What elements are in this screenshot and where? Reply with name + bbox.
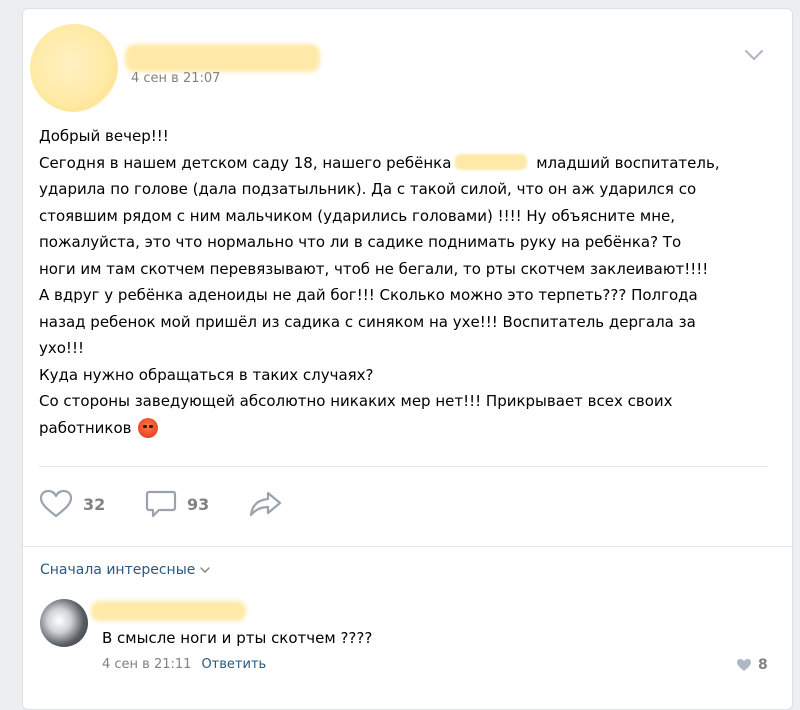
redacted-name [455,153,528,170]
heart-icon [39,489,73,518]
comment-text: В смысле ноги и рты скотчем ???? [102,629,373,647]
author-name[interactable] [125,44,320,72]
divider [39,466,768,467]
sort-label: Сначала интересные [40,562,196,578]
comment-like-button[interactable]: 8 [736,657,768,673]
post-line: ухо!!! [39,339,84,357]
post-line: пожалуйста, это что нормально что ли в с… [39,233,682,251]
comment-count: 93 [187,494,210,514]
reply-link[interactable]: Ответить [201,657,266,672]
commenter-avatar[interactable] [40,599,88,647]
post-line: А вдруг у ребёнка аденоиды не дай бог!!!… [39,286,698,304]
comment-meta: 4 сен в 21:11 Ответить [102,657,266,672]
comment-sort-dropdown[interactable]: Сначала интересные [40,562,211,578]
comment-icon [145,490,177,518]
post-line: работников [39,415,779,442]
author-avatar[interactable] [30,24,118,112]
like-count: 32 [83,494,106,514]
chevron-down-icon[interactable] [742,45,766,65]
chevron-down-icon [200,567,211,573]
share-arrow-icon [249,491,282,517]
divider [23,546,792,547]
post-line: Со стороны заведующей абсолютно никаких … [39,392,673,410]
post-line: ноги им там скотчем перевязывают, чтоб н… [39,259,709,278]
angry-face-emoji-icon [137,417,158,438]
like-button[interactable]: 32 [39,489,105,519]
post-line: Добрый вечер!!! [39,127,169,145]
comment-date[interactable]: 4 сен в 21:11 [102,657,191,672]
post-line: Сегодня в нашем детском саду 18, нашего … [39,153,720,172]
comment-like-count: 8 [758,657,768,673]
post-card: 4 сен в 21:07 Добрый вечер!!! Сегодня в … [22,8,793,710]
commenter-name[interactable] [91,601,246,621]
post-text: Добрый вечер!!! Сегодня в нашем детском … [39,123,779,441]
post-line: назад ребенок мой пришёл из садика с син… [39,312,696,331]
post-line: Куда нужно обращаться в таких случаях? [39,365,374,384]
post-line: ударила по голове (дала подзатыльник). Д… [39,180,697,198]
comment-button[interactable]: 93 [145,489,209,519]
post-line: стоявшим рядом с ним мальчиком (ударилис… [39,206,676,225]
heart-icon [737,659,751,671]
share-button[interactable] [248,489,282,519]
post-date[interactable]: 4 сен в 21:07 [131,71,220,86]
